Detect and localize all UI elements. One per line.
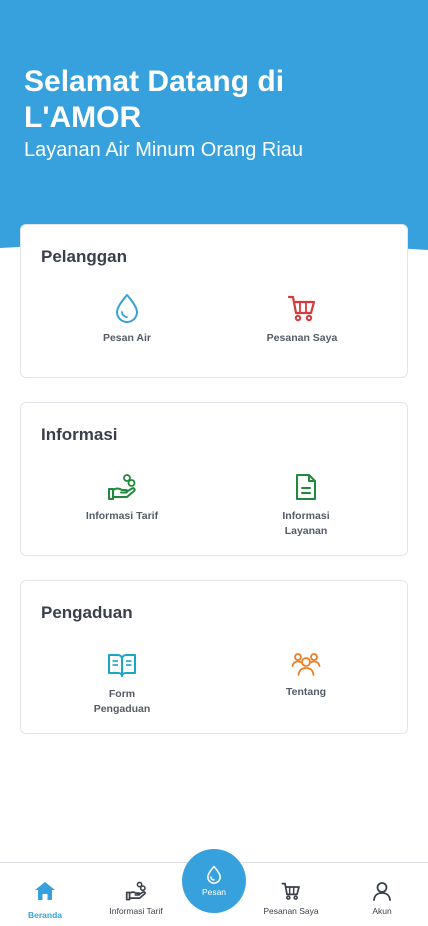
nav-label: Pesanan Saya <box>263 906 319 916</box>
tile-label: Pesan Air <box>102 332 152 344</box>
tile-label: Tentang <box>285 686 327 698</box>
nav-item-pesanan-saya[interactable]: Pesanan Saya <box>248 863 334 926</box>
pengaduan-card: Pengaduan Form Pengaduan Tentang <box>20 580 408 734</box>
home-screen: Selamat Datang di L'AMOR Layanan Air Min… <box>0 0 428 926</box>
document-icon <box>296 474 316 500</box>
nav-item-akun[interactable]: Akun <box>339 863 425 926</box>
fab-label: Pesan <box>201 887 227 897</box>
form-pengaduan-button[interactable]: Form Pengaduan <box>47 651 197 717</box>
water-drop-icon <box>116 294 138 323</box>
nav-label: Beranda <box>27 910 62 920</box>
section-title: Pelanggan <box>41 247 127 266</box>
hero-header: Selamat Datang di L'AMOR Layanan Air Min… <box>0 0 428 262</box>
welcome-title: Selamat Datang di L'AMOR <box>24 65 285 134</box>
shopping-cart-icon <box>281 882 300 900</box>
tile-label: Informasi Tarif <box>85 510 159 522</box>
tile-label: Pesanan Saya <box>266 332 338 344</box>
water-drop-icon <box>207 865 221 884</box>
nav-item-informasi-tarif[interactable]: Informasi Tarif <box>93 863 179 926</box>
home-icon <box>35 882 55 900</box>
users-group-icon <box>291 653 321 676</box>
informasi-card: Informasi Informasi Tarif Informasi Laya… <box>20 402 408 556</box>
shopping-cart-icon <box>287 295 316 322</box>
pesanan-saya-button[interactable]: Pesanan Saya <box>227 293 377 346</box>
tentang-button[interactable]: Tentang <box>231 651 381 700</box>
welcome-subtitle: Layanan Air Minum Orang Riau <box>24 139 304 161</box>
informasi-tarif-button[interactable]: Informasi Tarif <box>47 473 197 524</box>
section-title: Informasi <box>41 425 118 444</box>
nav-label: Informasi Tarif <box>109 906 163 916</box>
hand-coins-icon <box>125 881 146 901</box>
pesan-air-button[interactable]: Pesan Air <box>52 293 202 346</box>
tile-label: Form Pengaduan <box>93 688 151 715</box>
tile-label: Informasi Layanan <box>282 510 330 537</box>
nav-item-beranda[interactable]: Beranda <box>2 863 88 926</box>
informasi-layanan-button[interactable]: Informasi Layanan <box>231 473 381 539</box>
section-title: Pengaduan <box>41 603 133 622</box>
pesan-fab-button[interactable]: Pesan <box>182 849 246 913</box>
user-icon <box>373 882 391 901</box>
hand-coins-icon <box>108 474 136 500</box>
pelanggan-card: Pelanggan Pesan Air Pesanan Saya <box>20 224 408 378</box>
nav-label: Akun <box>372 906 392 916</box>
open-book-icon <box>108 654 136 677</box>
